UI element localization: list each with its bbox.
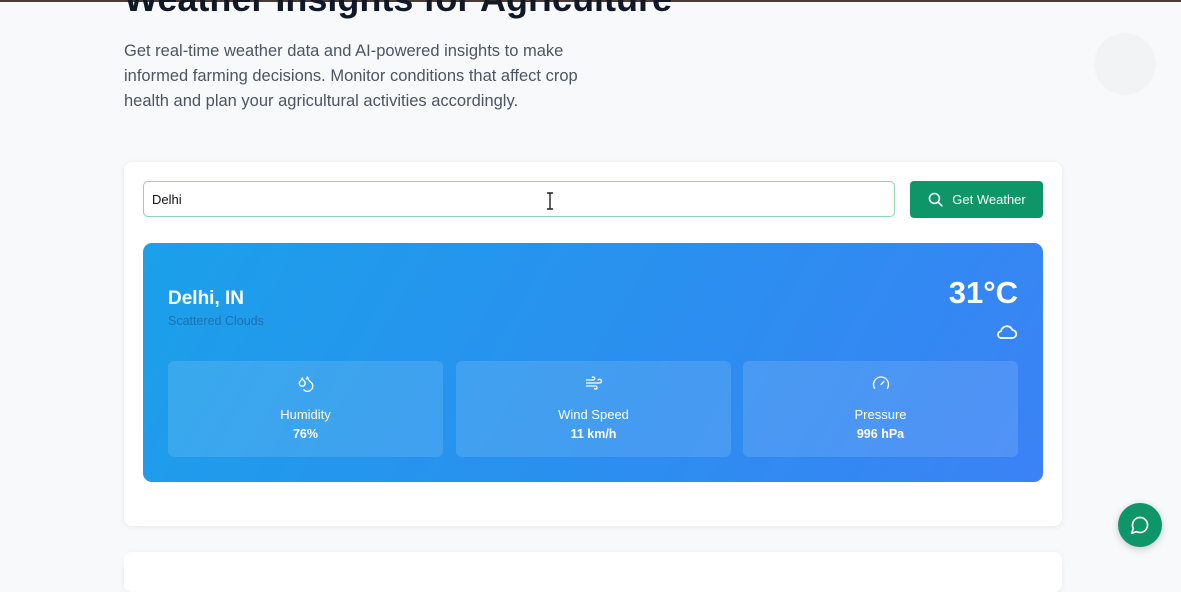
page-title: Weather Insights for Agriculture — [124, 0, 672, 20]
page-intro: Get real-time weather data and AI-powere… — [124, 42, 578, 110]
gauge-icon — [872, 376, 889, 389]
text-cursor-icon — [547, 192, 553, 210]
chat-bubble-icon — [1130, 516, 1149, 535]
cloud-icon — [997, 325, 1018, 339]
humidity-stat: Humidity 76% — [168, 361, 443, 457]
wind-speed-stat: Wind Speed 11 km/h — [456, 361, 731, 457]
get-weather-button[interactable]: Get Weather — [910, 181, 1043, 218]
search-icon — [928, 192, 943, 207]
location-search-input[interactable] — [143, 181, 895, 217]
temperature: 31°C — [948, 275, 1018, 310]
get-weather-label: Get Weather — [952, 192, 1026, 207]
weather-card: Delhi, IN Scattered Clouds 31°C Humidity… — [143, 243, 1043, 482]
weather-panel: Get Weather Delhi, IN Scattered Clouds 3… — [124, 162, 1062, 526]
weather-description: Scattered Clouds — [168, 314, 264, 328]
humidity-label: Humidity — [280, 407, 331, 422]
wind-speed-value: 11 km/h — [570, 427, 617, 441]
chat-button[interactable] — [1118, 503, 1162, 547]
secondary-panel — [124, 552, 1062, 592]
decorative-circle — [1094, 33, 1156, 95]
pressure-label: Pressure — [854, 407, 907, 422]
pressure-stat: Pressure 996 hPa — [743, 361, 1018, 457]
humidity-value: 76% — [292, 427, 319, 441]
location-name: Delhi, IN — [168, 288, 245, 309]
wind-speed-label: Wind Speed — [558, 407, 629, 422]
pressure-value: 996 hPa — [856, 427, 905, 441]
droplets-icon — [298, 376, 313, 392]
wind-icon — [585, 376, 602, 390]
